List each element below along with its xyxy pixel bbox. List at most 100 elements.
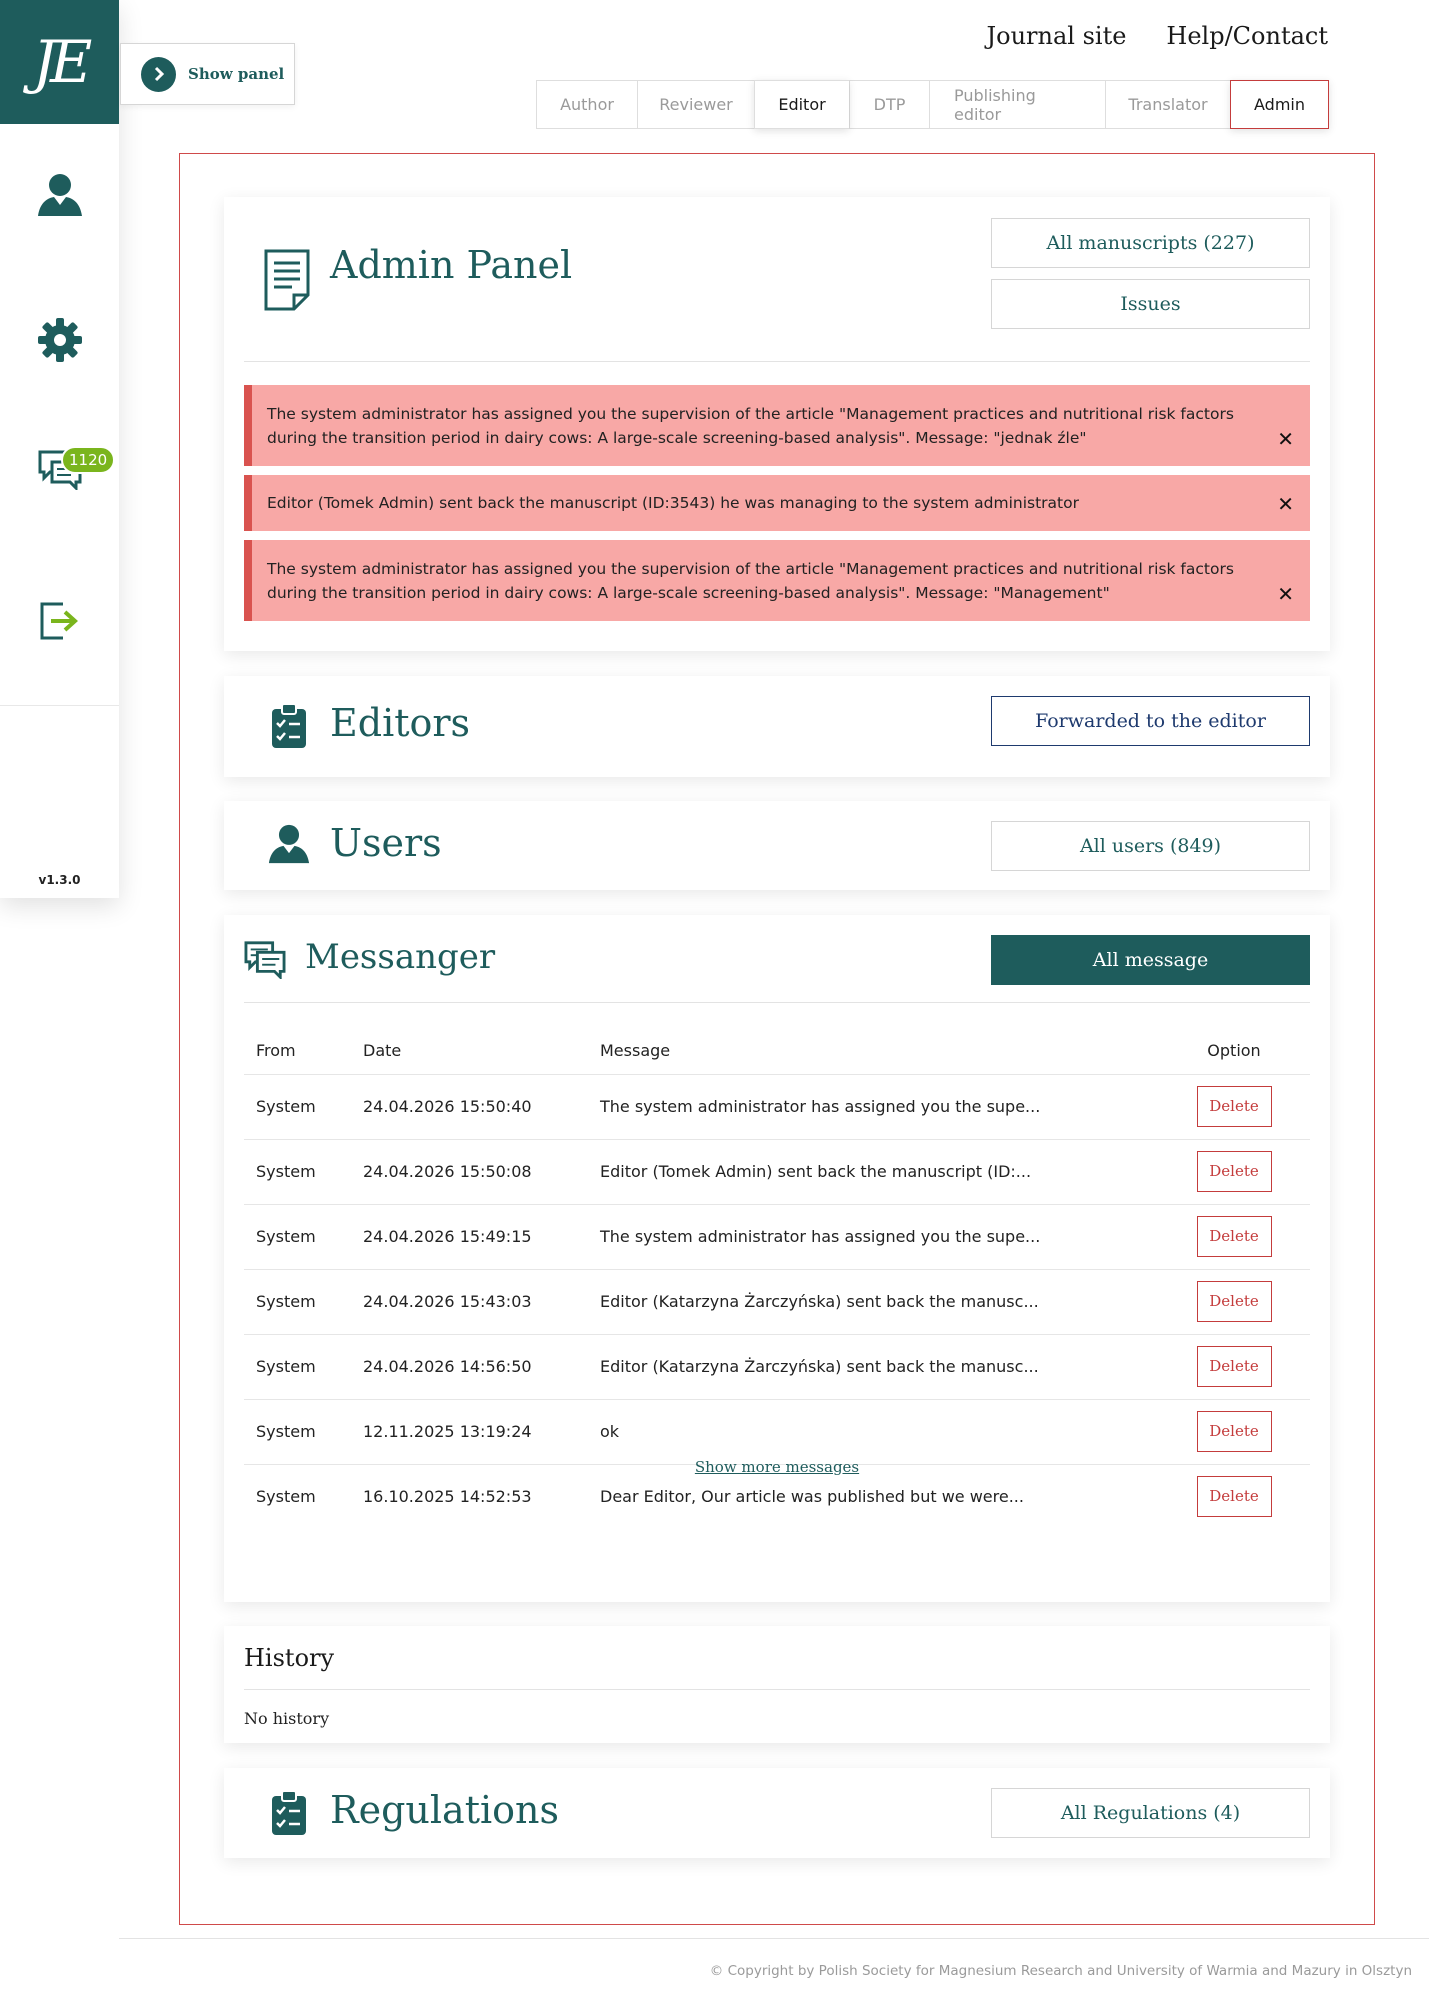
user-icon bbox=[268, 823, 310, 869]
table-row: System 24.04.2026 15:50:40 The system ad… bbox=[244, 1074, 1310, 1140]
admin-panel-card: Admin Panel All manuscripts (227) Issues… bbox=[224, 197, 1330, 651]
message-from: System bbox=[244, 1139, 351, 1205]
sidebar-divider bbox=[0, 705, 119, 706]
users-card: Users All users (849) bbox=[224, 801, 1330, 890]
tab-translator[interactable]: Translator bbox=[1105, 80, 1230, 129]
all-manuscripts-button[interactable]: All manuscripts (227) bbox=[991, 218, 1310, 268]
message-date: 24.04.2026 15:43:03 bbox=[351, 1269, 588, 1335]
table-row: System 24.04.2026 14:56:50 Editor (Katar… bbox=[244, 1334, 1310, 1400]
all-regulations-button[interactable]: All Regulations (4) bbox=[991, 1788, 1310, 1838]
tab-editor[interactable]: Editor bbox=[754, 80, 849, 129]
message-date: 12.11.2025 13:19:24 bbox=[351, 1399, 588, 1465]
delete-button[interactable]: Delete bbox=[1196, 1281, 1272, 1322]
divider bbox=[244, 1002, 1310, 1003]
delete-button[interactable]: Delete bbox=[1196, 1151, 1272, 1192]
show-more-messages-link[interactable]: Show more messages bbox=[695, 1458, 859, 1476]
show-panel-label: Show panel bbox=[188, 65, 285, 83]
message-preview[interactable]: Editor (Katarzyna Żarczyńska) sent back … bbox=[588, 1269, 1158, 1335]
table-row: System 24.04.2026 15:50:08 Editor (Tomek… bbox=[244, 1139, 1310, 1205]
delete-button[interactable]: Delete bbox=[1196, 1216, 1272, 1257]
chat-icon bbox=[244, 939, 286, 983]
tab-dtp[interactable]: DTP bbox=[849, 80, 929, 129]
show-more-container: Show more messages bbox=[224, 1457, 1330, 1476]
close-icon[interactable]: ✕ bbox=[1277, 582, 1294, 606]
footer-divider bbox=[119, 1938, 1429, 1939]
profile-nav-item[interactable] bbox=[0, 172, 119, 218]
notification-alert: The system administrator has assigned yo… bbox=[244, 385, 1310, 466]
messages-table: From Date Message Option System 24.04.20… bbox=[244, 1028, 1310, 1529]
message-from: System bbox=[244, 1074, 351, 1140]
message-preview[interactable]: Editor (Katarzyna Żarczyńska) sent back … bbox=[588, 1334, 1158, 1400]
divider bbox=[244, 361, 1310, 362]
users-title: Users bbox=[330, 821, 442, 865]
notification-alert: The system administrator has assigned yo… bbox=[244, 540, 1310, 621]
message-preview[interactable]: The system administrator has assigned yo… bbox=[588, 1074, 1158, 1140]
delete-button[interactable]: Delete bbox=[1196, 1476, 1272, 1518]
admin-panel-title: Admin Panel bbox=[330, 243, 573, 287]
delete-button[interactable]: Delete bbox=[1196, 1346, 1272, 1387]
sidebar: JE 1120 v1.3.0 bbox=[0, 0, 119, 898]
alert-text: The system administrator has assigned yo… bbox=[267, 404, 1234, 447]
tab-admin[interactable]: Admin bbox=[1230, 80, 1329, 129]
show-panel-button[interactable]: Show panel bbox=[120, 43, 295, 105]
message-from: System bbox=[244, 1334, 351, 1400]
alert-text: The system administrator has assigned yo… bbox=[267, 559, 1234, 602]
message-preview[interactable]: Editor (Tomek Admin) sent back the manus… bbox=[588, 1139, 1158, 1205]
top-links: Journal site Help/Contact bbox=[987, 22, 1329, 50]
editors-title: Editors bbox=[330, 701, 471, 745]
message-date: 24.04.2026 14:56:50 bbox=[351, 1334, 588, 1400]
history-card: History No history bbox=[224, 1626, 1330, 1743]
message-date: 24.04.2026 15:50:08 bbox=[351, 1139, 588, 1205]
message-preview[interactable]: The system administrator has assigned yo… bbox=[588, 1204, 1158, 1270]
settings-nav-item[interactable] bbox=[0, 318, 119, 362]
app-version: v1.3.0 bbox=[38, 873, 81, 887]
message-preview[interactable]: ok bbox=[588, 1399, 1158, 1465]
table-header-row: From Date Message Option bbox=[244, 1028, 1310, 1075]
tab-reviewer[interactable]: Reviewer bbox=[637, 80, 754, 129]
tab-author[interactable]: Author bbox=[536, 80, 637, 129]
clipboard-icon bbox=[272, 703, 306, 752]
close-icon[interactable]: ✕ bbox=[1277, 492, 1294, 516]
messenger-card: Messanger All message From Date Message … bbox=[224, 915, 1330, 1602]
chevron-right-icon bbox=[141, 56, 176, 92]
message-date: 24.04.2026 15:50:40 bbox=[351, 1074, 588, 1140]
gear-icon bbox=[37, 318, 82, 362]
divider bbox=[244, 1689, 1310, 1690]
history-empty-text: No history bbox=[244, 1709, 330, 1728]
user-icon bbox=[37, 174, 82, 216]
forwarded-to-editor-button[interactable]: Forwarded to the editor bbox=[991, 696, 1310, 746]
message-from: System bbox=[244, 1204, 351, 1270]
delete-button[interactable]: Delete bbox=[1196, 1411, 1272, 1452]
column-header-option: Option bbox=[1158, 1028, 1310, 1075]
column-header-from: From bbox=[244, 1028, 351, 1075]
all-message-button[interactable]: All message bbox=[991, 935, 1310, 985]
tab-publishing-editor[interactable]: Publishing editor bbox=[929, 80, 1105, 129]
regulations-title: Regulations bbox=[330, 1788, 559, 1832]
clipboard-icon bbox=[272, 1790, 306, 1839]
table-row: System 12.11.2025 13:19:24 ok Delete bbox=[244, 1399, 1310, 1465]
issues-button[interactable]: Issues bbox=[991, 279, 1310, 329]
editors-card: Editors Forwarded to the editor bbox=[224, 676, 1330, 777]
message-from: System bbox=[244, 1269, 351, 1335]
table-row: System 24.04.2026 15:43:03 Editor (Katar… bbox=[244, 1269, 1310, 1335]
help-contact-link[interactable]: Help/Contact bbox=[1166, 22, 1328, 50]
logout-nav-item[interactable] bbox=[0, 600, 119, 642]
column-header-message: Message bbox=[588, 1028, 1158, 1075]
journal-logo[interactable]: JE bbox=[0, 0, 119, 124]
regulations-card: Regulations All Regulations (4) bbox=[224, 1768, 1330, 1858]
column-header-date: Date bbox=[351, 1028, 588, 1075]
alert-text: Editor (Tomek Admin) sent back the manus… bbox=[267, 494, 1079, 512]
role-tabs: Author Reviewer Editor DTP Publishing ed… bbox=[536, 80, 1329, 129]
messages-count-badge: 1120 bbox=[61, 446, 116, 474]
message-date: 24.04.2026 15:49:15 bbox=[351, 1204, 588, 1270]
message-from: System bbox=[244, 1399, 351, 1465]
notification-alert: Editor (Tomek Admin) sent back the manus… bbox=[244, 475, 1310, 531]
journal-site-link[interactable]: Journal site bbox=[987, 22, 1127, 50]
messenger-title: Messanger bbox=[305, 937, 496, 977]
document-icon bbox=[264, 249, 310, 315]
logout-icon bbox=[40, 602, 78, 640]
all-users-button[interactable]: All users (849) bbox=[991, 821, 1310, 871]
close-icon[interactable]: ✕ bbox=[1277, 427, 1294, 451]
delete-button[interactable]: Delete bbox=[1196, 1086, 1272, 1127]
table-row: System 24.04.2026 15:49:15 The system ad… bbox=[244, 1204, 1310, 1270]
